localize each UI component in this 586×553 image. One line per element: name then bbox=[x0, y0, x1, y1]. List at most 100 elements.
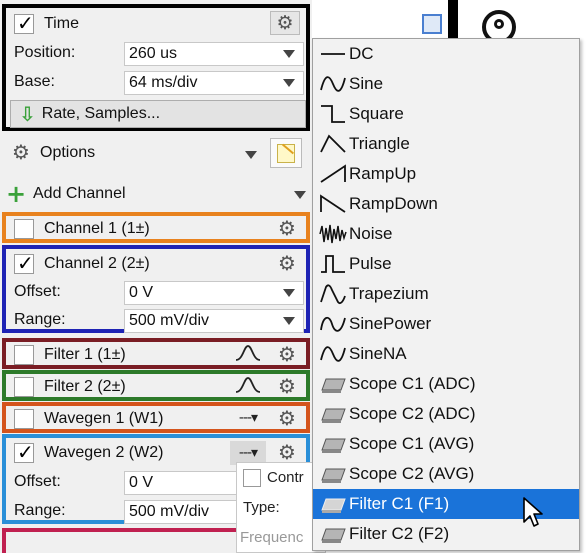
range-value: 500 mV/div bbox=[129, 312, 210, 329]
filter-response-icon[interactable] bbox=[230, 341, 266, 365]
channel-2-group: Channel 2 (2±) ⚙ Offset: 0 V Range: 500 … bbox=[2, 245, 310, 333]
plus-icon: + bbox=[6, 180, 27, 208]
menu-item-square[interactable]: Square bbox=[313, 99, 579, 129]
chevron-down-icon bbox=[283, 79, 295, 87]
popup-checkbox[interactable] bbox=[243, 469, 261, 487]
filter-1-gear-icon[interactable]: ⚙ bbox=[274, 342, 300, 366]
channel-2-label: Channel 2 (2±) bbox=[44, 254, 150, 272]
range-label: Range: bbox=[14, 311, 66, 328]
offset-value: 0 V bbox=[129, 474, 154, 491]
gear-icon: ⚙ bbox=[12, 140, 30, 164]
waveform-menu: DC Sine Square Triangle RampUp RampDown … bbox=[312, 38, 580, 551]
channel-2-row[interactable]: Channel 2 (2±) ⚙ bbox=[6, 249, 306, 278]
menu-item-label: Filter C1 (F1) bbox=[349, 494, 450, 513]
channel-2-checkbox[interactable] bbox=[14, 251, 34, 275]
menu-item-label: Triangle bbox=[349, 134, 410, 153]
options-row[interactable]: ⚙ Options bbox=[0, 137, 312, 169]
wavegen-1-checkbox[interactable] bbox=[14, 408, 34, 429]
right-toolbar-area bbox=[312, 0, 586, 44]
menu-item-label: Trapezium bbox=[349, 284, 429, 303]
wavegen-2-checkbox[interactable] bbox=[14, 440, 34, 464]
trapezium-icon bbox=[320, 284, 346, 305]
menu-item-label: Filter C2 (F2) bbox=[349, 524, 450, 543]
time-checkbox[interactable] bbox=[14, 11, 34, 35]
filter-2-label: Filter 2 (2±) bbox=[44, 377, 126, 395]
position-value: 260 us bbox=[129, 45, 178, 62]
channel-2-offset-select[interactable]: 0 V bbox=[124, 281, 304, 305]
menu-item-label: Noise bbox=[349, 224, 393, 243]
menu-item-sinena[interactable]: SineNA bbox=[313, 339, 579, 369]
pulse-icon bbox=[321, 255, 345, 273]
mouse-cursor-icon bbox=[523, 497, 543, 527]
menu-item-label: SineNA bbox=[349, 344, 407, 363]
menu-item-label: Scope C1 (ADC) bbox=[349, 374, 476, 393]
window-icon[interactable] bbox=[422, 14, 442, 34]
menu-item-noise[interactable]: Noise bbox=[313, 219, 579, 249]
scope-icon bbox=[321, 438, 346, 453]
base-select[interactable]: 64 ms/div bbox=[124, 71, 304, 95]
add-channel-row[interactable]: + Add Channel bbox=[0, 176, 312, 208]
add-channel-label: Add Channel bbox=[33, 185, 126, 202]
channel-1-gear-icon[interactable]: ⚙ bbox=[274, 216, 300, 240]
filter-2-group: Filter 2 (2±) ⚙ bbox=[2, 370, 310, 401]
wavegen-1-waveform-dropdown[interactable]: ---▾ bbox=[230, 406, 266, 430]
sine-power-icon bbox=[320, 316, 346, 332]
base-label: Base: bbox=[14, 73, 55, 90]
menu-item-label: SinePower bbox=[349, 314, 432, 333]
filter-1-group: Filter 1 (1±) ⚙ bbox=[2, 338, 310, 369]
dc-line-icon bbox=[321, 53, 345, 55]
menu-item-sine[interactable]: Sine bbox=[313, 69, 579, 99]
position-label: Position: bbox=[14, 44, 76, 61]
popup-type-label: Type: bbox=[243, 499, 280, 516]
ramp-up-icon bbox=[320, 164, 346, 183]
menu-item-triangle[interactable]: Triangle bbox=[313, 129, 579, 159]
menu-item-pulse[interactable]: Pulse bbox=[313, 249, 579, 279]
menu-item-trapezium[interactable]: Trapezium bbox=[313, 279, 579, 309]
noise-icon bbox=[319, 224, 347, 244]
menu-item-label: Pulse bbox=[349, 254, 392, 273]
notes-icon[interactable] bbox=[270, 138, 302, 168]
rate-samples-label: Rate, Samples... bbox=[41, 105, 161, 122]
menu-item-scope-c1-avg[interactable]: Scope C1 (AVG) bbox=[313, 429, 579, 459]
channel-1-checkbox[interactable] bbox=[14, 218, 34, 239]
menu-item-scope-c2-avg[interactable]: Scope C2 (AVG) bbox=[313, 459, 579, 489]
time-title: Time bbox=[44, 14, 79, 32]
position-select[interactable]: 260 us bbox=[124, 42, 304, 66]
time-settings-gear-icon[interactable]: ⚙ bbox=[270, 11, 300, 35]
menu-item-label: Scope C2 (ADC) bbox=[349, 404, 476, 423]
menu-item-scope-c2-adc[interactable]: Scope C2 (ADC) bbox=[313, 399, 579, 429]
channel-2-gear-icon[interactable]: ⚙ bbox=[274, 251, 300, 275]
channel-1-group: Channel 1 (1±) ⚙ bbox=[2, 212, 310, 243]
offset-value: 0 V bbox=[129, 284, 154, 301]
menu-item-scope-c1-adc[interactable]: Scope C1 (ADC) bbox=[313, 369, 579, 399]
wavegen-1-group: Wavegen 1 (W1) ---▾ ⚙ bbox=[2, 402, 310, 433]
filter-1-label: Filter 1 (1±) bbox=[44, 345, 126, 363]
ramp-down-icon bbox=[320, 194, 346, 213]
menu-item-sinepower[interactable]: SinePower bbox=[313, 309, 579, 339]
rate-samples-button[interactable]: ⇩ Rate, Samples... bbox=[10, 100, 306, 128]
menu-item-label: RampDown bbox=[349, 194, 438, 213]
filter-1-checkbox[interactable] bbox=[14, 344, 34, 365]
filter-2-row[interactable]: Filter 2 (2±) ⚙ bbox=[6, 372, 306, 401]
offset-label: Offset: bbox=[14, 473, 61, 490]
scope-icon bbox=[321, 528, 346, 543]
range-label: Range: bbox=[14, 502, 66, 519]
filter-2-checkbox[interactable] bbox=[14, 376, 34, 397]
wavegen-2-gear-icon[interactable]: ⚙ bbox=[274, 440, 300, 464]
wavegen-1-gear-icon[interactable]: ⚙ bbox=[274, 406, 300, 430]
filter-2-gear-icon[interactable]: ⚙ bbox=[274, 374, 300, 398]
menu-item-rampup[interactable]: RampUp bbox=[313, 159, 579, 189]
chevron-down-icon[interactable] bbox=[294, 191, 306, 199]
arrow-down-icon: ⇩ bbox=[19, 102, 36, 126]
channel-1-row[interactable]: Channel 1 (1±) ⚙ bbox=[6, 214, 306, 243]
wavegen-1-row[interactable]: Wavegen 1 (W1) ---▾ ⚙ bbox=[6, 404, 306, 433]
range-value: 500 mV/div bbox=[129, 503, 210, 520]
chevron-down-icon[interactable] bbox=[245, 151, 257, 159]
menu-item-dc[interactable]: DC bbox=[313, 39, 579, 69]
filter-1-row[interactable]: Filter 1 (1±) ⚙ bbox=[6, 340, 306, 369]
channel-2-range-select[interactable]: 500 mV/div bbox=[124, 309, 304, 333]
scope-icon bbox=[321, 378, 346, 393]
filter-response-icon[interactable] bbox=[230, 373, 266, 397]
wavegen-1-label: Wavegen 1 (W1) bbox=[44, 409, 164, 427]
menu-item-rampdown[interactable]: RampDown bbox=[313, 189, 579, 219]
